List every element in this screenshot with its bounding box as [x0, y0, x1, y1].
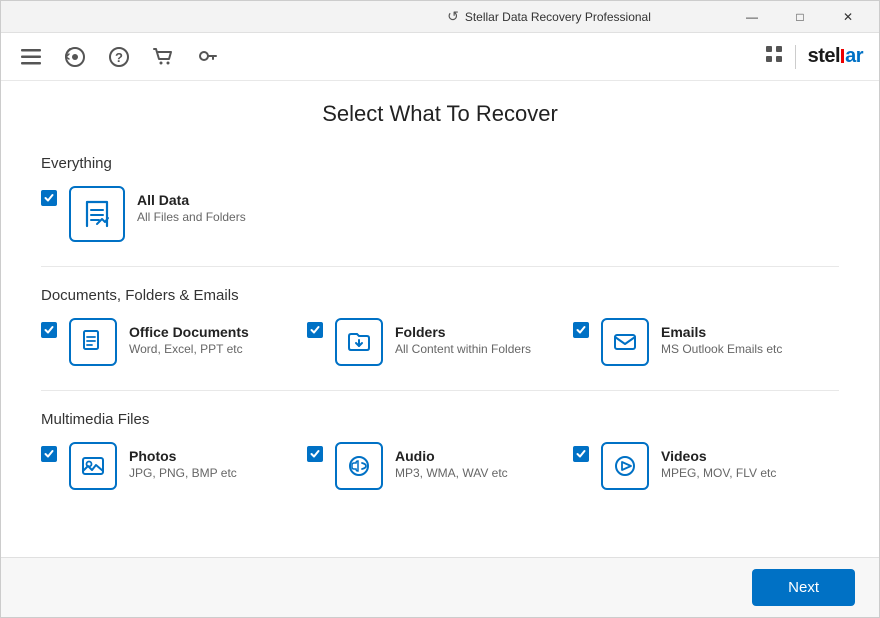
audio-subtitle: MP3, WMA, WAV etc: [395, 466, 508, 480]
cart-icon[interactable]: [149, 43, 177, 71]
sep-1: [41, 266, 839, 267]
all-data-text: All Data All Files and Folders: [137, 186, 246, 224]
emails-title: Emails: [661, 324, 782, 340]
emails-text: Emails MS Outlook Emails etc: [661, 318, 782, 356]
office-docs-icon: [69, 318, 117, 366]
checkbox-office-docs[interactable]: [41, 322, 57, 338]
hamburger-menu[interactable]: [17, 43, 45, 71]
all-data-title: All Data: [137, 192, 246, 208]
office-docs-text: Office Documents Word, Excel, PPT etc: [129, 318, 249, 356]
title-bar-icon: ↺: [447, 8, 459, 25]
videos-title: Videos: [661, 448, 776, 464]
section-multimedia-label: Multimedia Files: [41, 411, 839, 428]
folders-icon: [335, 318, 383, 366]
item-emails: Emails MS Outlook Emails etc: [573, 318, 839, 366]
videos-icon: [601, 442, 649, 490]
checkbox-emails-wrap: [573, 322, 589, 338]
videos-text: Videos MPEG, MOV, FLV etc: [661, 442, 776, 480]
folders-text: Folders All Content within Folders: [395, 318, 531, 356]
title-bar-text: Stellar Data Recovery Professional: [465, 10, 651, 24]
menu-bar: ? stelar: [1, 33, 879, 81]
grid-icon[interactable]: [765, 45, 783, 68]
checkbox-audio[interactable]: [307, 446, 323, 462]
svg-text:?: ?: [115, 50, 123, 65]
audio-text: Audio MP3, WMA, WAV etc: [395, 442, 508, 480]
checkbox-audio-wrap: [307, 446, 323, 462]
checkbox-all-data[interactable]: [41, 190, 57, 206]
audio-title: Audio: [395, 448, 508, 464]
item-all-data: All Data All Files and Folders: [41, 186, 321, 242]
footer: Next: [1, 557, 879, 617]
item-folders: Folders All Content within Folders: [307, 318, 573, 366]
docs-section-row: Office Documents Word, Excel, PPT etc Fo…: [41, 318, 839, 366]
all-data-icon: [69, 186, 125, 242]
logo-divider: [795, 45, 796, 69]
checkbox-photos-wrap: [41, 446, 57, 462]
checkbox-office-docs-wrap: [41, 322, 57, 338]
office-docs-subtitle: Word, Excel, PPT etc: [129, 342, 249, 356]
emails-subtitle: MS Outlook Emails etc: [661, 342, 782, 356]
multimedia-section-row: Photos JPG, PNG, BMP etc Audio MP3, WMA: [41, 442, 839, 490]
minimize-button[interactable]: —: [729, 1, 775, 33]
photos-text: Photos JPG, PNG, BMP etc: [129, 442, 237, 480]
photos-subtitle: JPG, PNG, BMP etc: [129, 466, 237, 480]
folders-title: Folders: [395, 324, 531, 340]
folders-subtitle: All Content within Folders: [395, 342, 531, 356]
title-bar: ↺ Stellar Data Recovery Professional — □…: [1, 1, 879, 33]
sep-2: [41, 390, 839, 391]
emails-icon: [601, 318, 649, 366]
maximize-button[interactable]: □: [777, 1, 823, 33]
audio-icon: [335, 442, 383, 490]
checkbox-emails[interactable]: [573, 322, 589, 338]
videos-subtitle: MPEG, MOV, FLV etc: [661, 466, 776, 480]
item-videos: Videos MPEG, MOV, FLV etc: [573, 442, 839, 490]
checkbox-folders[interactable]: [307, 322, 323, 338]
everything-section-row: All Data All Files and Folders: [41, 186, 839, 242]
key-icon[interactable]: [193, 43, 221, 71]
help-icon[interactable]: ?: [105, 43, 133, 71]
main-content: Select What To Recover Everything All Da…: [1, 81, 879, 557]
section-docs-label: Documents, Folders & Emails: [41, 287, 839, 304]
photos-icon: [69, 442, 117, 490]
checkbox-all-data-wrap: [41, 190, 57, 206]
close-button[interactable]: ✕: [825, 1, 871, 33]
checkbox-videos[interactable]: [573, 446, 589, 462]
checkbox-photos[interactable]: [41, 446, 57, 462]
page-title: Select What To Recover: [41, 101, 839, 127]
all-data-subtitle: All Files and Folders: [137, 210, 246, 224]
next-button[interactable]: Next: [752, 569, 855, 606]
checkbox-folders-wrap: [307, 322, 323, 338]
history-icon[interactable]: [61, 43, 89, 71]
office-docs-title: Office Documents: [129, 324, 249, 340]
section-everything-label: Everything: [41, 155, 839, 172]
photos-title: Photos: [129, 448, 237, 464]
item-audio: Audio MP3, WMA, WAV etc: [307, 442, 573, 490]
checkbox-videos-wrap: [573, 446, 589, 462]
stellar-logo: stelar: [808, 45, 863, 68]
item-office-docs: Office Documents Word, Excel, PPT etc: [41, 318, 307, 366]
item-photos: Photos JPG, PNG, BMP etc: [41, 442, 307, 490]
